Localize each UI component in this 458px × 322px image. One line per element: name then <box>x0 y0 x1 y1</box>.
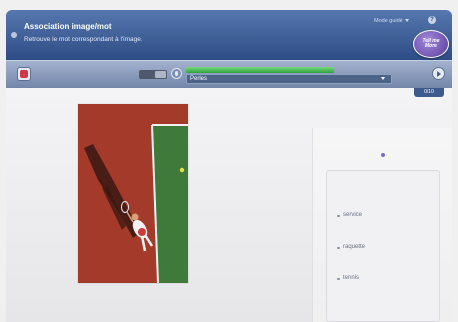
chevron-down-icon <box>404 19 409 22</box>
target-marker <box>381 153 385 157</box>
progress-bar <box>186 67 334 73</box>
exercise-instructions: Retrouve le mot correspondant à l'image. <box>24 36 143 43</box>
tennis-photo <box>78 104 188 283</box>
next-button[interactable] <box>432 67 445 80</box>
arrow-right-icon <box>437 70 441 77</box>
tell-me-more-logo: Tell me More <box>413 30 449 58</box>
header-bar: Association image/mot Retrouve le mot co… <box>6 10 452 60</box>
score-tab[interactable]: 0/10 <box>414 88 444 97</box>
progress-fill <box>186 67 334 73</box>
toolbar: Perles <box>6 60 452 88</box>
word-option[interactable]: raquette <box>337 244 365 250</box>
toggle-knob <box>155 71 166 78</box>
record-icon <box>20 70 28 78</box>
app-window: Association image/mot Retrouve le mot co… <box>6 10 452 322</box>
chevron-down-icon <box>381 77 385 80</box>
word-option[interactable]: tennis <box>337 275 359 281</box>
word-option[interactable]: service <box>337 212 362 218</box>
microphone-button[interactable] <box>171 68 182 79</box>
list-dropdown[interactable]: Perles <box>186 74 392 84</box>
logo-text: Tell me More <box>422 37 440 49</box>
toggle-switch[interactable] <box>139 70 167 79</box>
mode-selector[interactable]: Mode guidé <box>374 16 409 25</box>
lightbulb-icon <box>11 32 17 38</box>
record-button[interactable] <box>17 67 31 81</box>
help-button[interactable]: ? <box>428 16 436 24</box>
microphone-icon <box>175 71 178 76</box>
word-options-box: service raquette tennis <box>326 170 440 322</box>
dropdown-value: Perles <box>190 76 208 82</box>
mode-label: Mode guidé <box>374 17 403 24</box>
exercise-title: Association image/mot <box>24 22 112 31</box>
